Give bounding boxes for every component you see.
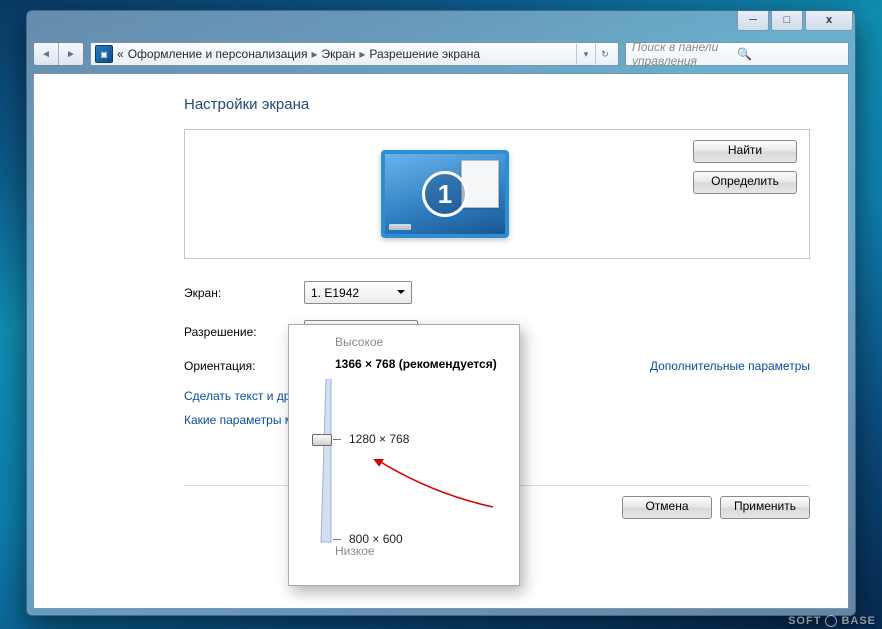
- search-placeholder: Поиск в панели управления: [632, 40, 737, 68]
- control-panel-icon: ▣: [95, 45, 113, 63]
- slider-track: [319, 379, 333, 544]
- watermark-a: SOFT: [788, 616, 821, 627]
- breadcrumb-part-1[interactable]: Оформление и персонализация: [128, 47, 308, 61]
- apply-button[interactable]: Применить: [720, 496, 810, 519]
- address-bar[interactable]: ▣ « Оформление и персонализация ▸ Экран …: [90, 42, 619, 66]
- breadcrumb-sep-2: ▸: [359, 47, 365, 61]
- slider-thumb[interactable]: [312, 434, 332, 446]
- slider-tick-current: [333, 439, 341, 440]
- refresh-button[interactable]: ↻: [595, 44, 614, 64]
- watermark-icon: [825, 615, 837, 627]
- orientation-label: Ориентация:: [184, 359, 304, 373]
- slider-high-label: Высокое: [335, 335, 505, 349]
- resolution-slider[interactable]: 1280 × 768 800 × 600: [313, 379, 505, 544]
- monitor-1[interactable]: 1: [381, 150, 509, 238]
- screen-select[interactable]: 1. E1942: [304, 281, 412, 304]
- cancel-button[interactable]: Отмена: [622, 496, 712, 519]
- close-button[interactable]: x: [805, 11, 853, 31]
- screen-select-value: 1. E1942: [311, 286, 359, 300]
- watermark-b: BASE: [841, 616, 876, 627]
- advanced-settings-link[interactable]: Дополнительные параметры: [650, 359, 810, 373]
- breadcrumb-prefix: «: [117, 47, 124, 61]
- screen-label: Экран:: [184, 286, 304, 300]
- monitor-preview[interactable]: 1: [197, 140, 693, 248]
- monitor-number: 1: [422, 171, 468, 217]
- slider-value-current: 1280 × 768: [349, 432, 409, 446]
- display-preview-box: 1 Найти Определить: [184, 129, 810, 259]
- slider-tick-min: [333, 539, 341, 540]
- breadcrumb-part-2[interactable]: Экран: [321, 47, 355, 61]
- address-dropdown-button[interactable]: ▾: [576, 44, 595, 64]
- slider-low-label: Низкое: [335, 544, 505, 558]
- identify-button[interactable]: Определить: [693, 171, 797, 194]
- slider-value-min: 800 × 600: [349, 532, 403, 546]
- find-button[interactable]: Найти: [693, 140, 797, 163]
- breadcrumb-sep-1: ▸: [311, 47, 317, 61]
- forward-button[interactable]: ►: [58, 43, 83, 65]
- navigation-bar: ◄ ► ▣ « Оформление и персонализация ▸ Эк…: [33, 39, 849, 69]
- search-input[interactable]: Поиск в панели управления 🔍: [625, 42, 849, 66]
- watermark: SOFT BASE: [788, 615, 876, 627]
- search-icon[interactable]: 🔍: [737, 47, 842, 61]
- back-button[interactable]: ◄: [34, 43, 58, 65]
- resolution-slider-popup: Высокое 1366 × 768 (рекомендуется) 1280 …: [288, 324, 520, 586]
- page-title: Настройки экрана: [184, 96, 810, 113]
- nav-arrows: ◄ ►: [33, 42, 84, 66]
- annotation-arrow: [373, 459, 503, 519]
- maximize-button[interactable]: □: [771, 11, 803, 31]
- slider-recommended-label: 1366 × 768 (рекомендуется): [335, 357, 505, 371]
- window-controls: ─ □ x: [735, 11, 853, 31]
- breadcrumb-part-3[interactable]: Разрешение экрана: [369, 47, 480, 61]
- minimize-button[interactable]: ─: [737, 11, 769, 31]
- resolution-label: Разрешение:: [184, 325, 304, 339]
